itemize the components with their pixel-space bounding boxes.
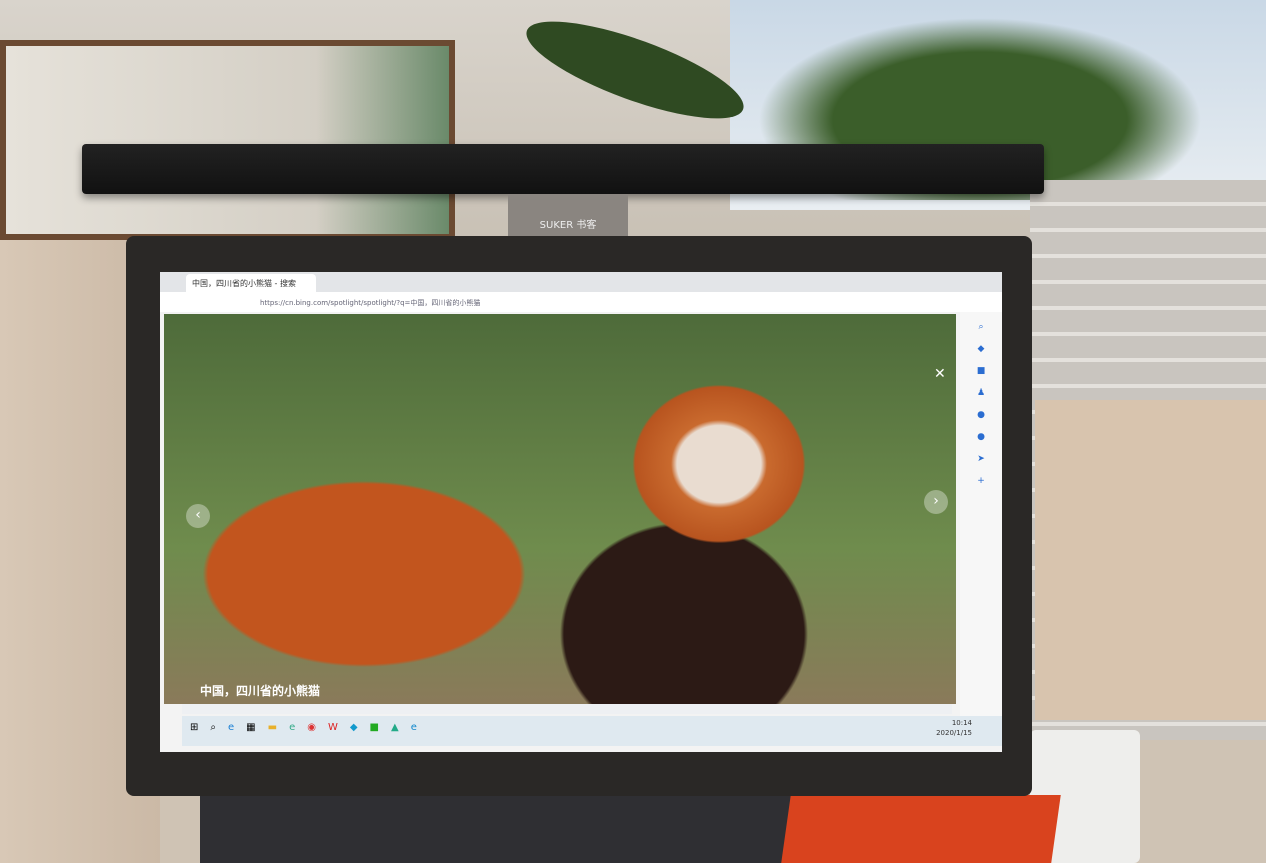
edge-icon[interactable]: e [411, 722, 417, 740]
red-panda-photo: 中国，四川省的小熊猫 ✕ ‹ › [164, 314, 956, 704]
outlook-icon[interactable]: ● [960, 426, 1002, 448]
browser-icon[interactable]: e [289, 722, 295, 740]
red-book [781, 795, 1061, 863]
edge-sidebar: ⌕ ◆ ■ ♟ ● ● ➤ + [960, 312, 1002, 732]
edge-icon[interactable]: e [228, 722, 234, 740]
prev-arrow-icon[interactable]: ‹ [186, 504, 210, 528]
clock-date: 2020/1/15 [936, 729, 972, 737]
shopping-icon[interactable]: ◆ [960, 338, 1002, 360]
status-bar [182, 704, 952, 714]
tools-icon[interactable]: ■ [960, 360, 1002, 382]
search-icon[interactable]: ⌕ [960, 316, 1002, 338]
desk [200, 790, 820, 863]
folder-icon[interactable]: ▬ [268, 722, 277, 740]
close-icon[interactable]: ✕ [934, 366, 946, 382]
wall-painting [0, 40, 455, 240]
browser-tab-bar: 中国，四川省的小熊猫 - 搜索 [160, 272, 1002, 292]
address-bar[interactable]: https://cn.bing.com/spotlight/spotlight/… [160, 292, 1002, 312]
games-icon[interactable]: ♟ [960, 382, 1002, 404]
start-icon[interactable]: ⊞ [190, 722, 198, 740]
clock-time: 10:14 [951, 719, 972, 727]
app-icon[interactable]: ▦ [246, 722, 255, 740]
tab-title: 中国，四川省的小熊猫 - 搜索 [192, 279, 296, 288]
system-clock[interactable]: 10:14 2020/1/15 [936, 718, 972, 738]
add-icon[interactable]: + [960, 470, 1002, 492]
wechat-icon[interactable]: ■ [370, 722, 379, 740]
photo-caption: 中国，四川省的小熊猫 [200, 684, 321, 698]
monitor-light-bar [82, 144, 1044, 194]
brand-label: SUKER 书客 [539, 220, 597, 231]
send-icon[interactable]: ➤ [960, 448, 1002, 470]
chrome-icon[interactable]: ◉ [307, 722, 316, 740]
search-icon[interactable]: ⌕ [210, 722, 216, 740]
office-icon[interactable]: ● [960, 404, 1002, 426]
wps-icon[interactable]: W [328, 722, 338, 740]
browser-tab[interactable]: 中国，四川省的小熊猫 - 搜索 [186, 274, 316, 292]
app-icon[interactable]: ▲ [391, 722, 399, 740]
taskbar: ⊞ ⌕ e ▦ ▬ e ◉ W ◆ ■ ▲ e 10:14 2020/1/15 [182, 716, 1002, 746]
app-icon[interactable]: ◆ [350, 722, 358, 740]
next-arrow-icon[interactable]: › [924, 490, 948, 514]
partition-panel [1035, 400, 1266, 720]
monitor-screen: 中国，四川省的小熊猫 - 搜索 https://cn.bing.com/spot… [160, 272, 1002, 752]
url-text: https://cn.bing.com/spotlight/spotlight/… [260, 299, 481, 307]
